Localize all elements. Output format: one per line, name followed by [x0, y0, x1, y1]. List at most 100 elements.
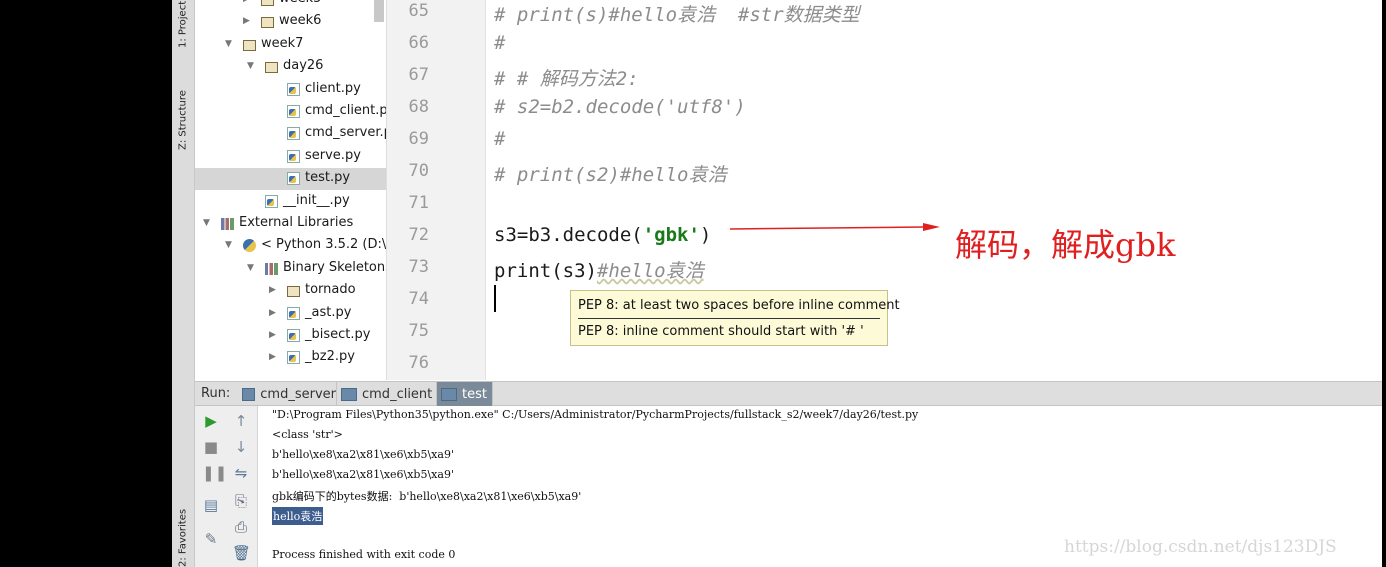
- run-tab-cmd-client[interactable]: cmd_client: [337, 382, 437, 406]
- line-number: 66: [408, 33, 429, 53]
- code-line-73: print(s3)#hello袁浩: [494, 256, 704, 283]
- tree-item-label: test.py: [305, 170, 351, 186]
- console-line: "D:\Program Files\Python35\python.exe" C…: [272, 408, 919, 421]
- tree-item-label: day26: [283, 58, 324, 74]
- line-number: 75: [408, 321, 429, 341]
- run-toolbar: ▶ ↑ ■ ↓ ❚❚ ⇋ ▤ ⎘ ✎ ⎙ 🗑: [195, 406, 258, 567]
- run-tab-test[interactable]: test: [437, 382, 493, 406]
- python-file-icon: [287, 149, 300, 163]
- run-config-icon: [441, 387, 457, 401]
- folder-icon: [261, 0, 274, 6]
- code-line-72-close: ): [699, 224, 712, 246]
- tooltip-line-1: PEP 8: at least two spaces before inline…: [578, 298, 900, 313]
- stop-icon[interactable]: ■: [202, 438, 220, 456]
- collapse-arrow-icon[interactable]: ▶: [269, 330, 276, 340]
- tree-item[interactable]: client.py: [195, 79, 386, 101]
- expand-arrow-icon[interactable]: ▼: [225, 240, 232, 250]
- python-file-icon: [287, 351, 300, 365]
- collapse-arrow-icon[interactable]: ▶: [269, 352, 276, 362]
- run-tab-cmd-server[interactable]: cmd_server: [238, 382, 337, 406]
- tree-item[interactable]: ▶ week5: [195, 0, 386, 11]
- run-label: Run:: [201, 386, 231, 401]
- soft-wrap-icon[interactable]: ⇋: [232, 464, 250, 482]
- python-sdk-icon: [243, 239, 256, 253]
- tree-item[interactable]: cmd_client.py: [195, 101, 386, 123]
- python-file-icon: [265, 194, 278, 208]
- tree-item[interactable]: ▶ _ast.py: [195, 303, 386, 325]
- line-number: 74: [408, 289, 429, 309]
- expand-arrow-icon[interactable]: ▼: [247, 263, 254, 273]
- collapse-arrow-icon[interactable]: ▶: [269, 285, 276, 295]
- expand-arrow-icon[interactable]: ▼: [247, 61, 254, 71]
- expand-arrow-icon[interactable]: ▼: [225, 39, 232, 49]
- watermark: https://blog.csdn.net/djs123DJS: [1064, 537, 1337, 557]
- tree-item[interactable]: ▼ Binary Skeletons: [195, 258, 386, 280]
- line-number: 68: [408, 97, 429, 117]
- collapse-arrow-icon[interactable]: ▶: [243, 0, 250, 4]
- console-line-exit: Process finished with exit code 0: [272, 548, 456, 561]
- line-number: 73: [408, 257, 429, 277]
- export-icon[interactable]: ⎘: [232, 492, 250, 510]
- tree-item[interactable]: ▼ week7: [195, 34, 386, 56]
- console-line: gbk编码下的bytes数据: b'hello\xe8\xa2\x81\xe6\…: [272, 490, 582, 503]
- collapse-arrow-icon[interactable]: ▶: [269, 308, 276, 318]
- folder-icon: [243, 39, 256, 51]
- project-tool-tab[interactable]: 1: Project: [172, 0, 194, 48]
- rerun-icon[interactable]: ▶: [202, 412, 220, 430]
- clear-all-icon[interactable]: 🗑: [232, 544, 251, 562]
- tree-item[interactable]: ▼ External Libraries: [195, 213, 386, 235]
- tree-item-label: __init__.py: [283, 192, 350, 208]
- project-scrollbar[interactable]: [374, 0, 384, 22]
- tree-item[interactable]: serve.py: [195, 146, 386, 168]
- console-line-selected: hello袁浩: [272, 507, 324, 525]
- run-config-icon: [242, 387, 256, 401]
- code-line-73-call: print(s3): [494, 260, 597, 282]
- folder-icon: [261, 17, 274, 29]
- run-config-icon: [341, 387, 357, 401]
- run-tab-label: cmd_client: [362, 386, 433, 402]
- pin-icon[interactable]: ✎: [202, 530, 220, 548]
- tree-item-label: week5: [279, 0, 321, 6]
- tree-item-label: cmd_server.py: [305, 125, 386, 141]
- code-line-65: # print(s)#hello袁浩 #str数据类型: [494, 4, 860, 26]
- collapse-arrow-icon[interactable]: ▶: [243, 16, 250, 26]
- text-cursor: [494, 285, 496, 312]
- tree-item[interactable]: ▼ day26: [195, 56, 386, 78]
- tree-item-label: cmd_client.py: [305, 103, 387, 118]
- tree-item[interactable]: ▶ _bisect.py: [195, 325, 386, 347]
- line-number: 69: [408, 129, 429, 149]
- left-black-border: [0, 0, 172, 567]
- tree-item[interactable]: ▶ _bz2.py: [195, 347, 386, 369]
- code-line-69: #: [494, 128, 506, 150]
- print-icon[interactable]: ⎙: [232, 518, 250, 536]
- tree-item[interactable]: cmd_server.py: [195, 123, 386, 145]
- layout-icon[interactable]: ▤: [202, 496, 220, 514]
- code-line-72-call: s3=b3.decode(: [494, 224, 643, 246]
- code-line-66: #: [494, 32, 506, 54]
- tree-item[interactable]: __init__.py: [195, 191, 386, 213]
- expand-arrow-icon[interactable]: ▼: [203, 218, 210, 228]
- structure-tool-tab[interactable]: Z: Structure: [172, 78, 194, 150]
- tooltip-separator: [578, 318, 880, 319]
- tree-item-label: client.py: [305, 80, 361, 96]
- line-number: 70: [408, 161, 429, 181]
- code-line-67: # # 解码方法2:: [494, 68, 639, 90]
- tree-item[interactable]: ▶ week6: [195, 11, 386, 33]
- favorites-tool-tab-label: 2: Favorites: [177, 508, 189, 567]
- scroll-down-icon[interactable]: ↓: [232, 438, 250, 456]
- tree-item-label: _bz2.py: [305, 349, 355, 365]
- python-file-icon: [287, 306, 300, 320]
- annotation-arrow-icon: [730, 223, 940, 231]
- folder-icon: [287, 286, 300, 298]
- left-tool-strip: 1: Project Z: Structure 2: Favorites: [172, 0, 195, 567]
- run-tab-label: test: [462, 386, 487, 402]
- favorites-tool-tab[interactable]: 2: Favorites: [172, 500, 194, 567]
- tree-item[interactable]: ▼ < Python 3.5.2 (D:\Pr: [195, 235, 386, 257]
- tree-item[interactable]: test.py: [195, 168, 386, 191]
- console-line: b'hello\xe8\xa2\x81\xe6\xb5\xa9': [272, 468, 454, 481]
- scroll-up-icon[interactable]: ↑: [232, 412, 250, 430]
- python-file-icon: [287, 82, 300, 96]
- library-icon: [221, 218, 234, 230]
- pause-icon[interactable]: ❚❚: [202, 464, 227, 482]
- tree-item[interactable]: ▶ tornado: [195, 280, 386, 302]
